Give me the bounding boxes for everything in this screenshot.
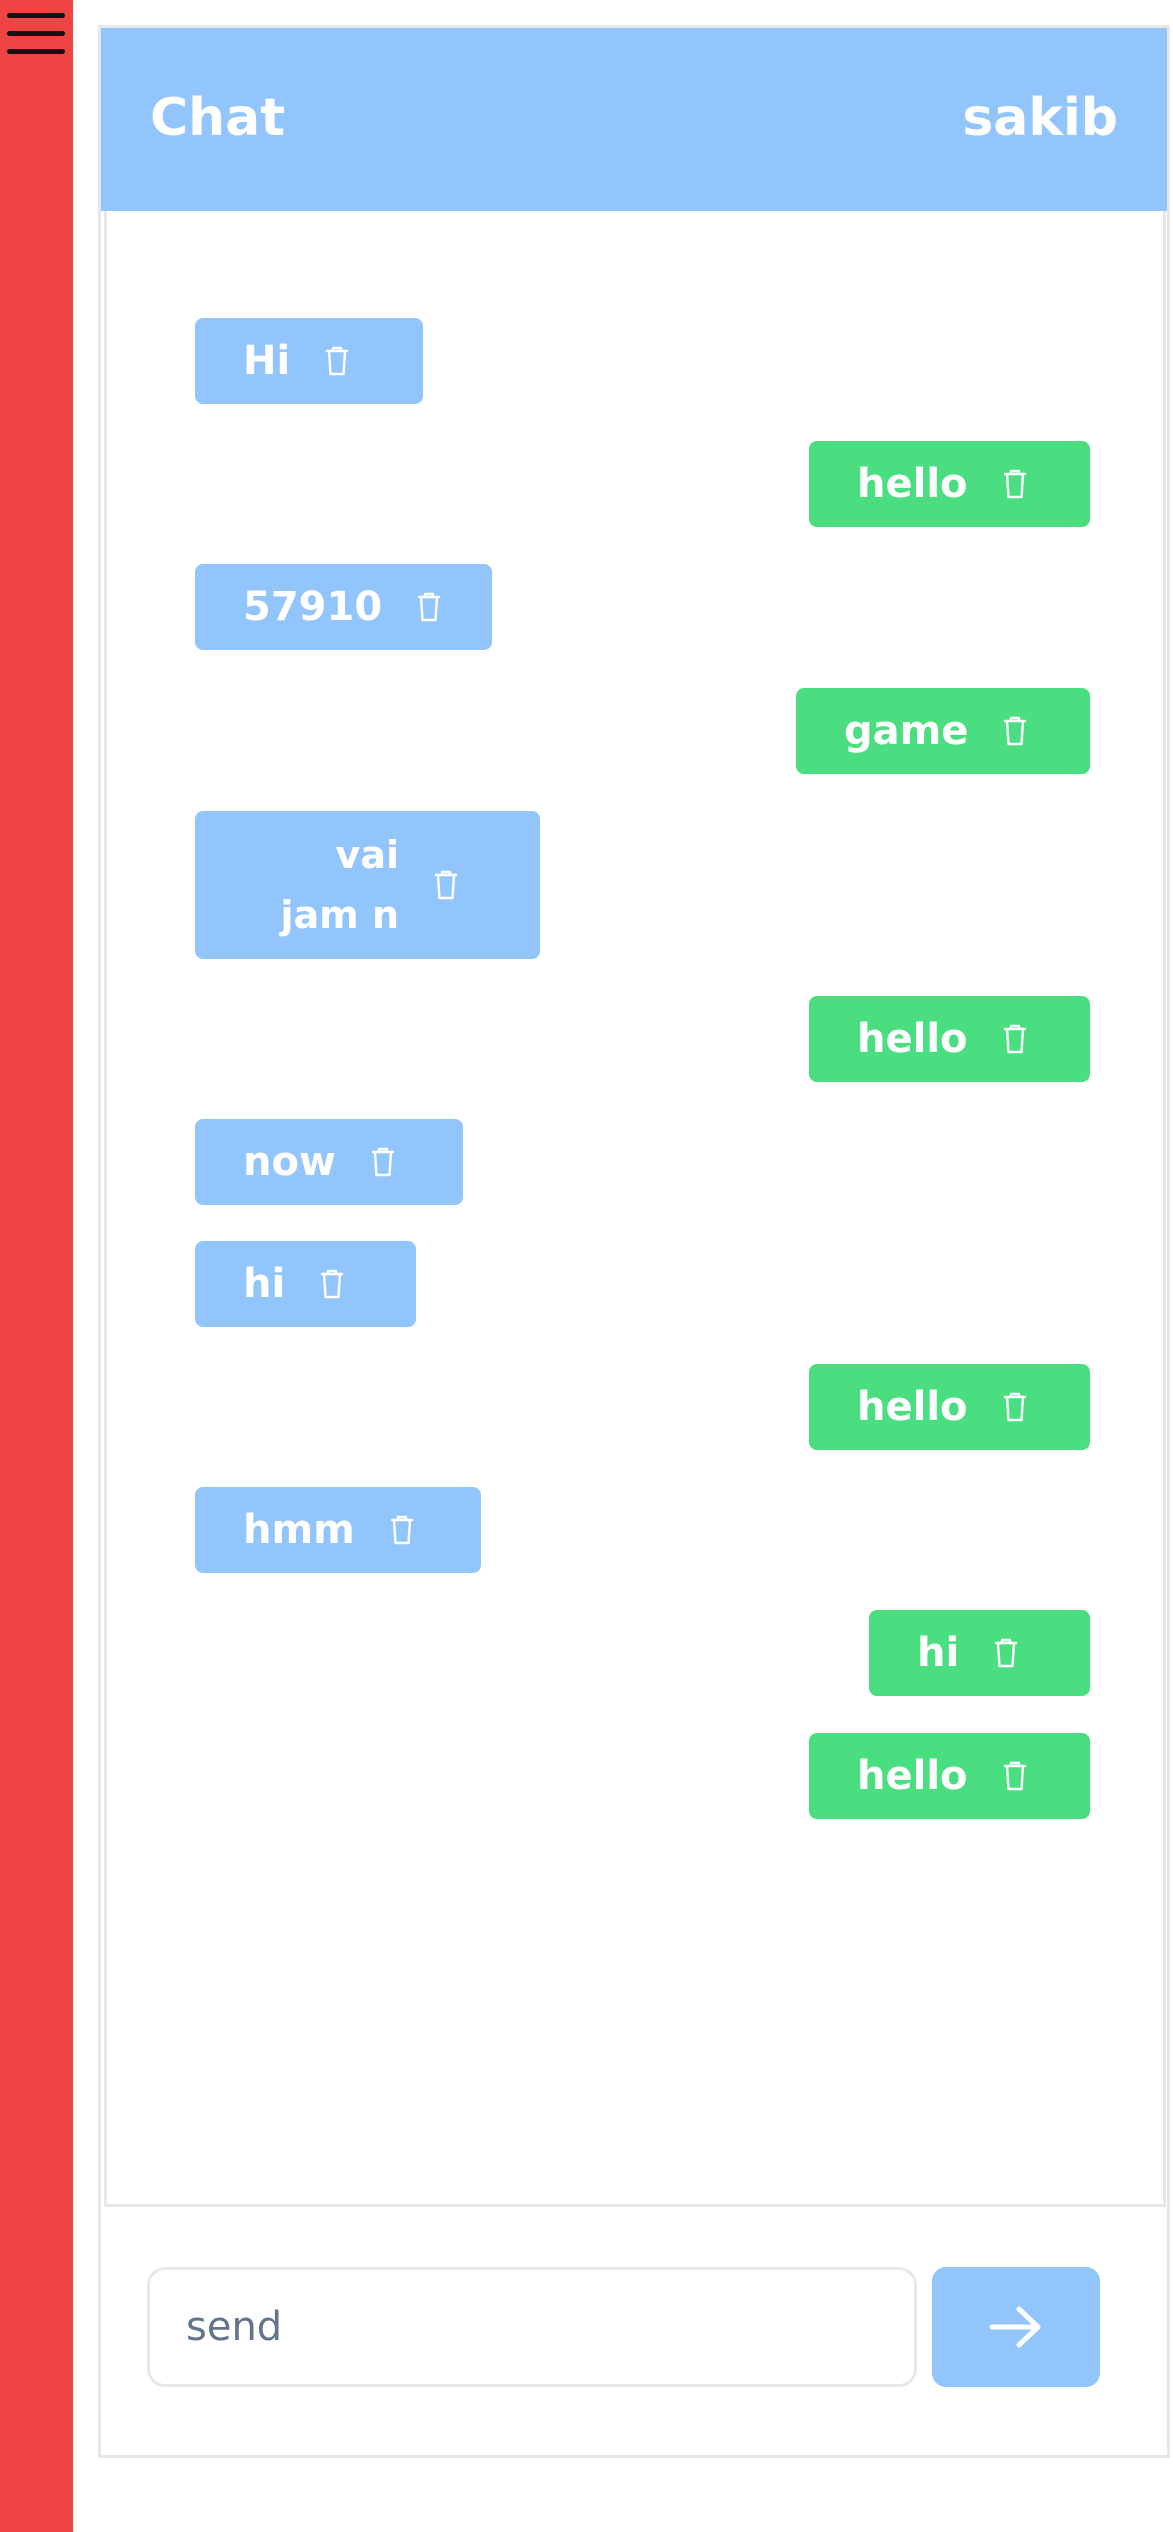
chat-username: sakib (962, 88, 1118, 148)
message-list: Hi hello 57910 game vai jam n hello now (104, 211, 1166, 2207)
message-bubble: game (796, 688, 1090, 774)
trash-icon[interactable] (416, 591, 442, 623)
message-text: hi (917, 1630, 960, 1676)
message-text: now (243, 1139, 336, 1185)
message-text: hmm (243, 1507, 355, 1553)
trash-icon[interactable] (433, 869, 459, 901)
message-bubble: hmm (195, 1487, 481, 1573)
chat-panel: Chat sakib Hi hello 57910 game vai jam n… (98, 25, 1170, 2458)
message-text: game (844, 708, 969, 754)
send-button[interactable] (932, 2267, 1100, 2387)
trash-icon[interactable] (370, 1146, 396, 1178)
message-bubble: vai jam n (195, 811, 540, 959)
message-text: hello (857, 1016, 968, 1062)
trash-icon[interactable] (389, 1514, 415, 1546)
message-bubble: Hi (195, 318, 423, 404)
message-text: 57910 (243, 584, 383, 630)
sidebar (0, 0, 73, 2532)
message-composer (101, 2207, 1167, 2455)
chat-title: Chat (150, 88, 286, 148)
message-text: hello (857, 1384, 968, 1430)
message-text: hello (857, 1753, 968, 1799)
trash-icon[interactable] (1002, 1023, 1028, 1055)
trash-icon[interactable] (319, 1268, 345, 1300)
message-bubble: hello (809, 441, 1090, 527)
trash-icon[interactable] (1002, 715, 1028, 747)
message-text: vai jam n (280, 833, 399, 937)
menu-button[interactable] (7, 10, 65, 58)
message-bubble: hello (809, 1733, 1090, 1819)
message-text: hi (243, 1261, 286, 1307)
trash-icon[interactable] (1002, 468, 1028, 500)
trash-icon[interactable] (993, 1637, 1019, 1669)
trash-icon[interactable] (324, 345, 350, 377)
arrow-right-icon (989, 2306, 1041, 2348)
trash-icon[interactable] (1002, 1760, 1028, 1792)
message-bubble: 57910 (195, 564, 492, 650)
message-bubble: hi (195, 1241, 416, 1327)
trash-icon[interactable] (1002, 1391, 1028, 1423)
message-bubble: hi (869, 1610, 1090, 1696)
message-input[interactable] (147, 2267, 917, 2387)
chat-header: Chat sakib (101, 28, 1167, 211)
message-bubble: hello (809, 996, 1090, 1082)
message-text: hello (857, 461, 968, 507)
message-bubble: hello (809, 1364, 1090, 1450)
message-text: Hi (243, 338, 291, 384)
message-bubble: now (195, 1119, 463, 1205)
